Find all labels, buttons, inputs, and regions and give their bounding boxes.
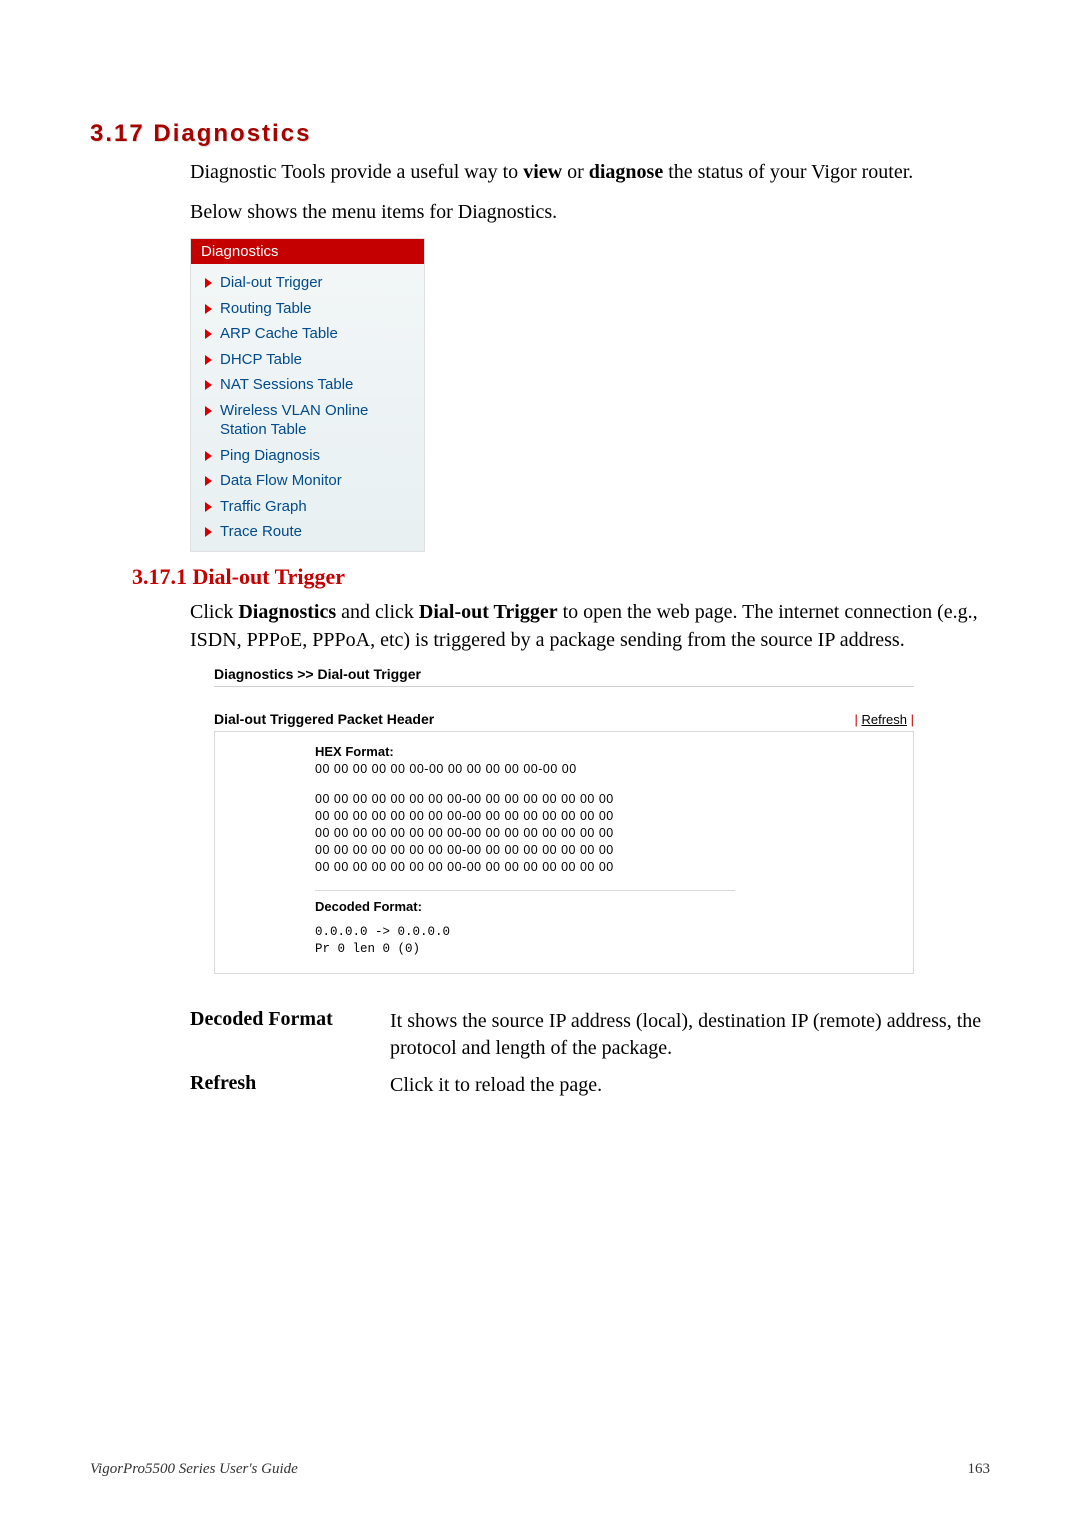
panel-title: Dial-out Triggered Packet Header xyxy=(214,711,434,727)
diagnostics-item-label: Routing Table xyxy=(220,299,311,319)
diagnostics-item[interactable]: Wireless VLAN Online Station Table xyxy=(205,398,416,443)
text-bold: Dial-out Trigger xyxy=(419,601,558,623)
text-bold: Diagnostics xyxy=(238,601,336,623)
refresh-wrap: | Refresh | xyxy=(854,712,914,727)
divider xyxy=(315,890,735,891)
intro-block: Diagnostic Tools provide a useful way to… xyxy=(190,158,990,226)
diagnostics-item[interactable]: Dial-out Trigger xyxy=(205,270,416,296)
subsection-paragraph: Click Diagnostics and click Dial-out Tri… xyxy=(190,598,990,654)
diagnostics-item[interactable]: Traffic Graph xyxy=(205,494,416,520)
definition-row: RefreshClick it to reload the page. xyxy=(190,1072,990,1099)
text: and click xyxy=(336,601,419,623)
diagnostics-item[interactable]: Ping Diagnosis xyxy=(205,443,416,469)
triangle-icon xyxy=(205,355,212,365)
triangle-icon xyxy=(205,278,212,288)
triangle-icon xyxy=(205,329,212,339)
definition-term: Refresh xyxy=(190,1072,390,1099)
triangle-icon xyxy=(205,451,212,461)
diagnostics-item-label: DHCP Table xyxy=(220,350,302,370)
diagnostics-item[interactable]: NAT Sessions Table xyxy=(205,372,416,398)
panel-frame: HEX Format: 00 00 00 00 00 00-00 00 00 0… xyxy=(214,731,914,974)
triangle-icon xyxy=(205,406,212,416)
intro-paragraph-2: Below shows the menu items for Diagnosti… xyxy=(190,198,990,226)
text: Diagnostic Tools provide a useful way to xyxy=(190,161,523,183)
diagnostics-item-label: Traffic Graph xyxy=(220,497,307,517)
text: the status of your Vigor router. xyxy=(663,161,913,183)
decoded-format-label: Decoded Format: xyxy=(315,899,895,914)
footer-page-number: 163 xyxy=(968,1461,991,1478)
triangle-icon xyxy=(205,476,212,486)
dialout-panel: Diagnostics >> Dial-out Trigger Dial-out… xyxy=(214,666,914,974)
text: or xyxy=(562,161,589,183)
diagnostics-item-label: Wireless VLAN Online Station Table xyxy=(220,401,416,440)
triangle-icon xyxy=(205,304,212,314)
diagnostics-menu: Diagnostics Dial-out Trigger Routing Tabl… xyxy=(190,238,425,552)
diagnostics-item[interactable]: Routing Table xyxy=(205,296,416,322)
separator: | xyxy=(907,712,914,727)
diagnostics-item-label: Ping Diagnosis xyxy=(220,446,320,466)
diagnostics-item-label: ARP Cache Table xyxy=(220,324,338,344)
diagnostics-item[interactable]: Trace Route xyxy=(205,519,416,545)
page-footer: VigorPro5500 Series User's Guide 163 xyxy=(90,1461,990,1478)
hex-block-2: 00 00 00 00 00 00 00 00-00 00 00 00 00 0… xyxy=(315,791,895,875)
definitions: Decoded FormatIt shows the source IP add… xyxy=(190,1008,990,1099)
definition-term: Decoded Format xyxy=(190,1008,390,1062)
decoded-block: 0.0.0.0 -> 0.0.0.0 Pr 0 len 0 (0) xyxy=(315,924,895,959)
breadcrumb: Diagnostics >> Dial-out Trigger xyxy=(214,666,914,687)
hex-format-label: HEX Format: xyxy=(315,744,895,759)
triangle-icon xyxy=(205,502,212,512)
footer-title: VigorPro5500 Series User's Guide xyxy=(90,1461,298,1478)
text-bold: diagnose xyxy=(589,161,663,183)
diagnostics-item-label: Dial-out Trigger xyxy=(220,273,323,293)
diagnostics-item[interactable]: DHCP Table xyxy=(205,347,416,373)
intro-paragraph-1: Diagnostic Tools provide a useful way to… xyxy=(190,158,990,186)
definition-row: Decoded FormatIt shows the source IP add… xyxy=(190,1008,990,1062)
triangle-icon xyxy=(205,527,212,537)
diagnostics-menu-header: Diagnostics xyxy=(191,239,424,264)
section-heading: 3.17 Diagnostics xyxy=(90,120,990,148)
text: Click xyxy=(190,601,238,623)
refresh-link[interactable]: Refresh xyxy=(861,712,907,727)
text-bold: view xyxy=(523,161,562,183)
subsection-body: Click Diagnostics and click Dial-out Tri… xyxy=(190,598,990,654)
definition-description: Click it to reload the page. xyxy=(390,1072,990,1099)
triangle-icon xyxy=(205,380,212,390)
diagnostics-item[interactable]: Data Flow Monitor xyxy=(205,468,416,494)
diagnostics-item-label: NAT Sessions Table xyxy=(220,375,353,395)
definition-description: It shows the source IP address (local), … xyxy=(390,1008,990,1062)
diagnostics-item[interactable]: ARP Cache Table xyxy=(205,321,416,347)
hex-block-1: 00 00 00 00 00 00-00 00 00 00 00 00-00 0… xyxy=(315,761,895,778)
subsection-heading: 3.17.1 Dial-out Trigger xyxy=(132,564,990,590)
diagnostics-item-label: Trace Route xyxy=(220,522,302,542)
diagnostics-item-label: Data Flow Monitor xyxy=(220,471,342,491)
